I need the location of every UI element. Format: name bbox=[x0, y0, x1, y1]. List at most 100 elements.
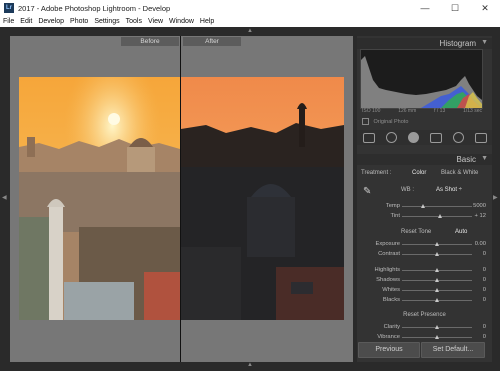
treatment-row: Treatment : Color Black & White bbox=[357, 170, 492, 180]
temp-value[interactable]: 5000 bbox=[473, 203, 486, 209]
reset-presence-button[interactable]: Reset Presence bbox=[357, 312, 492, 318]
tint-track[interactable] bbox=[402, 216, 472, 217]
after-photo-image bbox=[181, 77, 344, 320]
exposure-slider[interactable]: Exposure 0.00 bbox=[357, 240, 492, 249]
whites-handle[interactable] bbox=[434, 288, 439, 292]
tool-strip bbox=[357, 130, 492, 145]
highlights-value[interactable]: 0 bbox=[483, 267, 486, 273]
before-after-divider[interactable] bbox=[180, 36, 181, 362]
close-button[interactable]: ✕ bbox=[470, 0, 500, 16]
contrast-handle[interactable] bbox=[434, 252, 439, 256]
red-eye-icon[interactable] bbox=[407, 132, 419, 143]
auto-tone-button[interactable]: Auto bbox=[455, 229, 467, 235]
before-photo-image bbox=[19, 77, 180, 320]
set-default-button[interactable]: Set Default... bbox=[421, 342, 485, 358]
temp-label: Temp bbox=[385, 203, 400, 209]
menu-window[interactable]: Window bbox=[166, 18, 197, 25]
eyedropper-icon[interactable]: ✎ bbox=[363, 186, 371, 197]
shadows-label: Shadows bbox=[376, 277, 400, 283]
tint-label: Tint bbox=[390, 213, 400, 219]
maximize-button[interactable]: ☐ bbox=[440, 0, 470, 16]
menu-tools[interactable]: Tools bbox=[123, 18, 145, 25]
vibrance-value[interactable]: 0 bbox=[483, 334, 486, 340]
collapse-left-icon: ◀ bbox=[2, 195, 7, 201]
adjustment-brush-icon[interactable] bbox=[474, 132, 487, 143]
collapse-up-icon: ▲ bbox=[247, 28, 253, 34]
temp-slider[interactable]: Temp 5000 bbox=[357, 202, 492, 211]
exposure-label: Exposure bbox=[375, 241, 401, 247]
left-panel-toggle[interactable]: ◀ bbox=[0, 36, 10, 365]
previous-button[interactable]: Previous bbox=[358, 342, 420, 358]
menu-photo[interactable]: Photo bbox=[67, 18, 91, 25]
highlights-slider[interactable]: Highlights 0 bbox=[357, 266, 492, 275]
top-panel-toggle[interactable]: ▲ bbox=[0, 27, 500, 36]
basic-header[interactable]: Basic ▼ bbox=[357, 154, 492, 165]
after-photo[interactable] bbox=[181, 77, 344, 320]
temp-handle[interactable] bbox=[420, 204, 425, 208]
highlights-handle[interactable] bbox=[434, 268, 439, 272]
temp-track[interactable] bbox=[402, 206, 472, 207]
wb-value[interactable]: As Shot ÷ bbox=[436, 187, 462, 193]
blacks-value[interactable]: 0 bbox=[483, 297, 486, 303]
menu-settings[interactable]: Settings bbox=[91, 18, 122, 25]
whites-slider[interactable]: Whites 0 bbox=[357, 286, 492, 295]
iso-value: ISO 100 bbox=[362, 108, 381, 114]
menu-file[interactable]: File bbox=[0, 18, 17, 25]
whites-label: Whites bbox=[382, 287, 400, 293]
collapse-icon: ▼ bbox=[481, 39, 488, 46]
histogram-graph bbox=[360, 49, 483, 109]
before-label: Before bbox=[121, 37, 179, 46]
exposure-handle[interactable] bbox=[434, 242, 439, 246]
treatment-black-white[interactable]: Black & White bbox=[441, 170, 478, 176]
blacks-handle[interactable] bbox=[434, 298, 439, 302]
before-photo[interactable] bbox=[19, 77, 180, 320]
shutter-value: 1/13 sec bbox=[463, 108, 482, 114]
focal-length-value: 126 mm bbox=[398, 108, 417, 114]
vibrance-handle[interactable] bbox=[434, 335, 439, 339]
clarity-handle[interactable] bbox=[434, 325, 439, 329]
vibrance-label: Vibrance bbox=[377, 334, 400, 340]
minimize-button[interactable]: — bbox=[410, 0, 440, 16]
menu-view[interactable]: View bbox=[145, 18, 166, 25]
original-photo-label: Original Photo bbox=[373, 118, 409, 125]
white-balance-row: ✎ WB : As Shot ÷ bbox=[357, 186, 492, 197]
contrast-label: Contrast bbox=[378, 251, 400, 257]
highlights-label: Highlights bbox=[374, 267, 400, 273]
shadows-handle[interactable] bbox=[434, 278, 439, 282]
original-photo-toggle[interactable]: Original Photo bbox=[362, 118, 408, 125]
tint-handle[interactable] bbox=[438, 214, 442, 218]
contrast-value[interactable]: 0 bbox=[483, 251, 486, 257]
contrast-slider[interactable]: Contrast 0 bbox=[357, 250, 492, 259]
treatment-color[interactable]: Color bbox=[412, 170, 426, 176]
clarity-label: Clarity bbox=[383, 324, 400, 330]
shadows-slider[interactable]: Shadows 0 bbox=[357, 276, 492, 285]
blacks-slider[interactable]: Blacks 0 bbox=[357, 296, 492, 305]
crop-tool-icon[interactable] bbox=[362, 132, 375, 143]
radial-filter-icon[interactable] bbox=[452, 132, 464, 143]
collapse-right-icon: ▶ bbox=[493, 195, 498, 201]
vibrance-slider[interactable]: Vibrance 0 bbox=[357, 333, 492, 341]
graduated-filter-icon[interactable] bbox=[429, 132, 442, 143]
histogram-exif: ISO 100 126 mm f / 13 1/13 sec bbox=[362, 108, 482, 114]
menu-edit[interactable]: Edit bbox=[17, 18, 35, 25]
menu-help[interactable]: Help bbox=[197, 18, 217, 25]
photo-workspace[interactable]: Before After bbox=[10, 36, 354, 362]
shadows-value[interactable]: 0 bbox=[483, 277, 486, 283]
wb-label: WB : bbox=[401, 187, 414, 193]
clarity-slider[interactable]: Clarity 0 bbox=[357, 323, 492, 332]
window-title: 2017 - Adobe Photoshop Lightroom - Devel… bbox=[18, 3, 171, 13]
basic-title: Basic bbox=[456, 155, 476, 164]
reset-tone-button[interactable]: Reset Tone bbox=[401, 229, 431, 235]
original-photo-checkbox[interactable] bbox=[362, 118, 369, 125]
bottom-panel-toggle[interactable]: ▲ bbox=[0, 362, 500, 371]
spot-removal-icon[interactable] bbox=[385, 132, 397, 143]
tint-slider[interactable]: Tint + 12 bbox=[357, 212, 492, 221]
whites-value[interactable]: 0 bbox=[483, 287, 486, 293]
right-panel-toggle[interactable]: ▶ bbox=[492, 36, 500, 362]
exposure-value[interactable]: 0.00 bbox=[475, 241, 486, 247]
tint-value[interactable]: + 12 bbox=[475, 213, 486, 219]
right-panel: Histogram ▼ ISO 100 126 mm f / 13 1/13 s… bbox=[357, 36, 492, 362]
histogram-header[interactable]: Histogram ▼ bbox=[357, 38, 492, 49]
menu-develop[interactable]: Develop bbox=[35, 18, 67, 25]
clarity-value[interactable]: 0 bbox=[483, 324, 486, 330]
